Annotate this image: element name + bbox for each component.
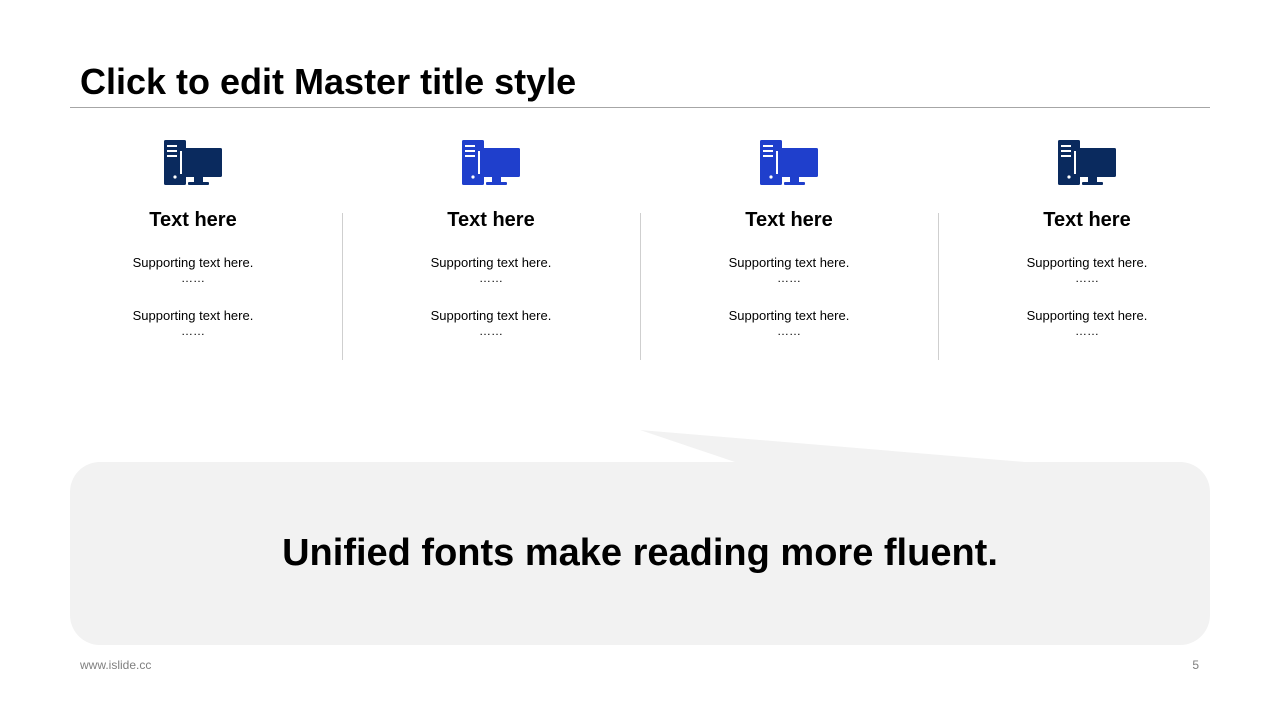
footer-url: www.islide.cc: [80, 658, 152, 672]
page-number: 5: [1192, 658, 1199, 672]
callout-message[interactable]: Unified fonts make reading more fluent.: [70, 462, 1210, 645]
